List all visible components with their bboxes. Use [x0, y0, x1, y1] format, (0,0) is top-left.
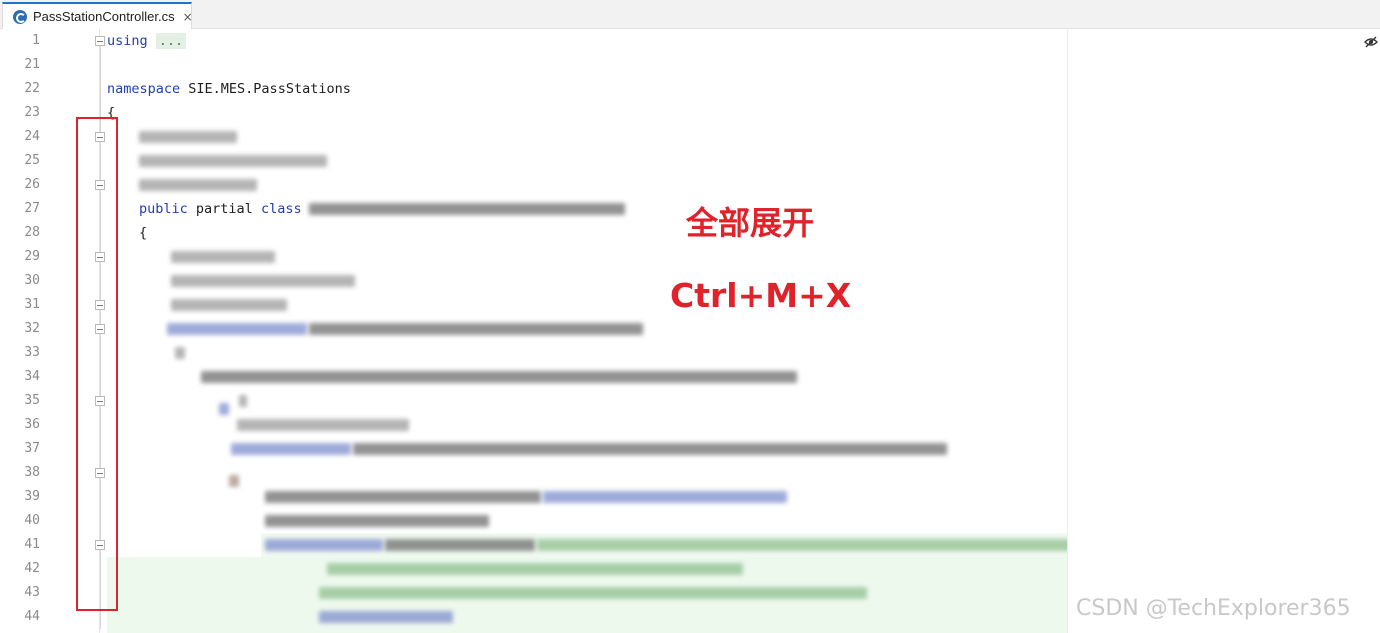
code-line: namespace SIE.MES.PassStations [107, 77, 351, 101]
line-number: 37 [24, 441, 40, 456]
blurred-code [309, 203, 625, 215]
keyword: namespace [107, 81, 181, 97]
line-number: 27 [24, 201, 40, 216]
code-editor[interactable]: using ... namespace SIE.MES.PassStations… [101, 29, 1067, 633]
blurred-code [201, 371, 797, 383]
keyword: class [260, 201, 302, 217]
line-number: 29 [24, 249, 40, 264]
watermark: CSDN @TechExplorer365 [1076, 596, 1351, 621]
blurred-code [385, 539, 535, 551]
line-number: 25 [24, 153, 40, 168]
blurred-code [171, 299, 287, 311]
blurred-code [171, 275, 355, 287]
line-number: 21 [24, 57, 40, 72]
blurred-code [319, 587, 867, 599]
keyword: using [107, 33, 148, 49]
annotation-title: 全部展开 [686, 204, 815, 242]
blurred-code [219, 403, 229, 415]
line-number: 30 [24, 273, 40, 288]
close-icon[interactable]: × [183, 11, 193, 23]
line-number: 34 [24, 369, 40, 384]
csharp-file-icon [13, 9, 27, 24]
line-number: 26 [24, 177, 40, 192]
line-number: 44 [24, 609, 40, 624]
line-number: 33 [24, 345, 40, 360]
line-number: 39 [24, 489, 40, 504]
blurred-code [167, 323, 307, 335]
line-number: 42 [24, 561, 40, 576]
blurred-code [175, 347, 185, 359]
collapsed-region[interactable]: ... [155, 33, 187, 49]
blurred-code [327, 563, 743, 575]
line-number: 43 [24, 585, 40, 600]
blurred-code [543, 491, 787, 503]
blurred-code [265, 539, 383, 551]
blurred-code [139, 131, 237, 143]
code-line: public partial class [139, 197, 302, 221]
blurred-code [319, 611, 453, 623]
hide-eye-icon[interactable] [1364, 36, 1378, 48]
line-number: 31 [24, 297, 40, 312]
line-number: 41 [24, 537, 40, 552]
line-number: 32 [24, 321, 40, 336]
blurred-code [309, 323, 643, 335]
line-number: 36 [24, 417, 40, 432]
blurred-code [265, 491, 541, 503]
tab-passstationcontroller[interactable]: PassStationController.cs × [2, 2, 193, 29]
blurred-code [353, 443, 947, 455]
blurred-code [229, 475, 239, 487]
blurred-code [265, 515, 489, 527]
blurred-code [537, 539, 1067, 551]
annotation-shortcut: Ctrl+M+X [670, 276, 852, 315]
line-number: 38 [24, 465, 40, 480]
blurred-code [231, 443, 351, 455]
keyword: public [139, 201, 188, 217]
fold-highlight-box [76, 117, 118, 611]
blurred-code [239, 395, 247, 407]
tab-bar: PassStationController.cs × [0, 0, 1380, 29]
code-line: using ... [107, 29, 187, 53]
line-number: 23 [24, 105, 40, 120]
blurred-code [171, 251, 275, 263]
line-number: 22 [24, 81, 40, 96]
right-panel [1068, 29, 1380, 633]
blurred-code [139, 179, 257, 191]
blurred-code [139, 155, 327, 167]
code-line: { [139, 225, 148, 241]
line-number: 35 [24, 393, 40, 408]
code-text: partial [187, 201, 261, 217]
line-number: 1 [32, 33, 40, 48]
blurred-code [237, 419, 409, 431]
tab-label: PassStationController.cs [33, 9, 175, 24]
line-number: 28 [24, 225, 40, 240]
line-number: 40 [24, 513, 40, 528]
line-number: 24 [24, 129, 40, 144]
code-text: SIE.MES.PassStations [180, 81, 351, 97]
